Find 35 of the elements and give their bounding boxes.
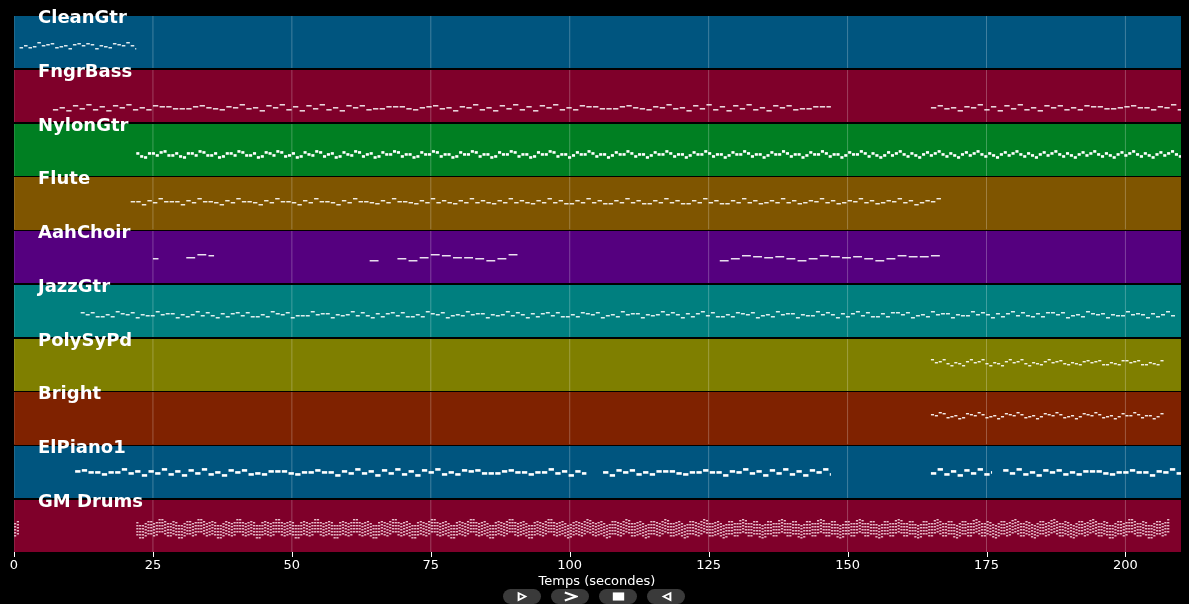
tick-label: 125 [696, 557, 722, 573]
track-name: NylonGtr [38, 114, 129, 135]
tick-mark [569, 552, 571, 557]
tick-label: 25 [144, 557, 162, 573]
tick-mark [291, 552, 293, 557]
tick-label: 175 [974, 557, 999, 573]
tick-mark [1125, 552, 1127, 557]
tick-label: 75 [422, 557, 440, 573]
tick-label: 50 [283, 557, 301, 573]
track-name: AahChoir [38, 222, 131, 242]
tick-label: 150 [835, 557, 860, 573]
track-name: JazzGtr [38, 275, 111, 296]
track-name: CleanGtr [38, 7, 127, 27]
chevron-icon [562, 590, 578, 603]
tick-mark [152, 552, 154, 557]
track-name: Flute [38, 168, 91, 189]
track-name: Bright [38, 383, 102, 404]
forward-button[interactable] [551, 589, 589, 604]
tick-mark [14, 552, 15, 557]
tick-label: 200 [1113, 557, 1138, 573]
tick-label: 0 [9, 557, 19, 573]
stop-button[interactable] [599, 589, 637, 604]
play-button[interactable] [503, 589, 541, 604]
tick-mark [708, 552, 710, 557]
axis-label: Temps (secondes) [538, 573, 656, 589]
track-name: PolySyPd [38, 329, 133, 350]
back-button[interactable] [647, 589, 685, 604]
tick-mark [986, 552, 988, 557]
track-name: ElPiano1 [38, 437, 126, 457]
tick-mark [430, 552, 432, 557]
track-name: FngrBass [38, 60, 133, 81]
tick-label: 100 [557, 557, 583, 573]
track-name: GM Drums [38, 490, 144, 511]
tick-mark [847, 552, 849, 557]
stop-icon [610, 590, 626, 603]
